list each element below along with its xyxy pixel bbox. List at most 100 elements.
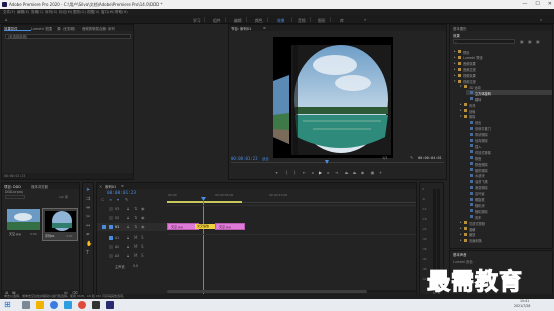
- workspace-color[interactable]: 颜色: [255, 18, 263, 24]
- track-select-tool-icon[interactable]: ⇉: [86, 196, 90, 202]
- workspace-editing[interactable]: 编辑: [234, 18, 242, 24]
- mute-icon[interactable]: M: [134, 244, 137, 249]
- solo-icon[interactable]: S: [141, 253, 144, 258]
- effects-folder[interactable]: ▸ 沉浸式视频: [460, 220, 552, 226]
- project-search-input[interactable]: [5, 195, 25, 199]
- effect-item[interactable]: 立方体旋转: [466, 90, 552, 96]
- effect-item[interactable]: 时钟式擦除: [466, 149, 552, 155]
- sequence-menu-icon[interactable]: ≡: [121, 184, 124, 188]
- selection-tool-icon[interactable]: ➤: [86, 187, 90, 193]
- effects-search-input[interactable]: ⌕: [453, 39, 515, 44]
- accelerated-effects-icon[interactable]: ▣: [520, 39, 524, 44]
- project-sequence-thumbnail[interactable]: 序列01 4:01: [42, 208, 78, 241]
- effects-folder[interactable]: ▸ 划像: [460, 108, 552, 114]
- tab-media-browser[interactable]: 媒体浏览器: [31, 184, 48, 189]
- clip-dropdown[interactable]: (未选择剪辑): [5, 34, 131, 39]
- effect-item[interactable]: 楔形擦除: [466, 167, 552, 173]
- workspace-graphics[interactable]: 图形: [318, 18, 326, 24]
- slip-tool-icon[interactable]: ↔: [86, 223, 90, 229]
- effect-item[interactable]: 棋盘擦除: [466, 161, 552, 167]
- timeline-scroll-thumb[interactable]: [167, 290, 367, 293]
- effect-item[interactable]: 渐变擦除: [466, 185, 552, 190]
- timeline-scrollbar[interactable]: [167, 290, 416, 293]
- program-timecode-current[interactable]: 00:00:01:23: [231, 156, 258, 161]
- eye-icon[interactable]: ◉: [141, 215, 145, 220]
- effects-folder[interactable]: ▸ 预设: [454, 49, 552, 55]
- track-target-active[interactable]: [109, 236, 113, 240]
- close-sequence-icon[interactable]: ×: [99, 184, 102, 189]
- effect-item[interactable]: 百叶窗: [466, 191, 552, 196]
- lock-icon[interactable]: 🔒︎: [127, 224, 129, 229]
- effect-item[interactable]: 随机擦除: [466, 208, 552, 214]
- go-to-in-icon[interactable]: ⇤: [302, 170, 307, 175]
- effects-folder[interactable]: ▸ 音频效果: [454, 61, 552, 67]
- type-tool-icon[interactable]: T: [86, 250, 89, 256]
- search-taskbar-icon[interactable]: [22, 301, 30, 309]
- effect-item[interactable]: 风车: [466, 214, 552, 220]
- go-to-out-icon[interactable]: ⇥: [334, 170, 339, 175]
- source-patch[interactable]: [109, 207, 113, 211]
- play-icon[interactable]: ▶: [318, 170, 323, 175]
- app-taskbar-icon[interactable]: [78, 301, 86, 309]
- premiere-taskbar-icon[interactable]: [106, 301, 114, 309]
- program-monitor-title[interactable]: 节目: 序列01: [231, 26, 251, 31]
- mute-icon[interactable]: M: [134, 235, 137, 240]
- effect-item[interactable]: 棋盘: [466, 155, 552, 161]
- extract-icon[interactable]: ⏏: [352, 170, 357, 175]
- transition-block[interactable]: 交叉缩放: [195, 224, 215, 229]
- minimize-button[interactable]: —: [522, 1, 527, 7]
- home-icon[interactable]: ⌂: [5, 17, 8, 22]
- yuv-effects-icon[interactable]: ▣: [536, 39, 540, 44]
- snap-icon[interactable]: ⊂: [101, 197, 104, 202]
- program-menu-icon[interactable]: ≡: [263, 26, 266, 30]
- project-clip-thumbnail[interactable]: 天空.jpg 5:00: [7, 209, 40, 239]
- button-editor-icon[interactable]: +: [378, 170, 383, 175]
- mute-icon[interactable]: M: [134, 253, 137, 258]
- work-area-bar[interactable]: [167, 201, 242, 203]
- search-icon[interactable]: ⌕: [540, 17, 542, 22]
- solo-icon[interactable]: S: [141, 235, 144, 240]
- timeline-timecode[interactable]: 00:00:01:23: [107, 191, 136, 196]
- effect-item[interactable]: 带状擦除: [466, 132, 552, 137]
- close-button[interactable]: ✕: [548, 1, 552, 7]
- step-forward-icon[interactable]: ▸: [326, 170, 331, 175]
- effects-folder[interactable]: ▸ 内滑: [460, 102, 552, 108]
- tab-project[interactable]: 项目: DDD: [4, 184, 21, 189]
- workspace-libraries[interactable]: 库: [340, 18, 344, 24]
- tab-source[interactable]: 源: (无剪辑): [57, 26, 75, 31]
- lift-icon[interactable]: ⏏: [344, 170, 349, 175]
- resolution-dropdown[interactable]: 1/2: [382, 156, 387, 160]
- eye-icon[interactable]: ◉: [141, 206, 145, 211]
- tab-essential-graphics[interactable]: 基本图形: [453, 26, 467, 31]
- timeline-settings-icon[interactable]: ✎: [125, 197, 128, 202]
- lock-icon[interactable]: 🔒︎: [127, 206, 129, 211]
- mark-out-icon[interactable]: }: [292, 170, 297, 175]
- tab-lumetri-scopes[interactable]: Lumetri 范围: [31, 26, 52, 31]
- source-patch[interactable]: [109, 216, 113, 220]
- effect-item[interactable]: 油漆飞溅: [466, 179, 552, 184]
- windows-start-icon[interactable]: ⊞: [4, 300, 11, 309]
- hand-tool-icon[interactable]: ✋: [86, 241, 92, 247]
- add-marker-timeline-icon[interactable]: ▾: [117, 197, 119, 202]
- effects-folder[interactable]: ▸ 缩放: [460, 232, 552, 238]
- master-value[interactable]: 0.0: [133, 264, 138, 268]
- eye-icon[interactable]: ◉: [141, 224, 145, 229]
- solo-icon[interactable]: S: [141, 244, 144, 249]
- export-frame-icon[interactable]: ◉: [360, 170, 365, 175]
- effects-folder[interactable]: ▾ 擦除: [460, 114, 552, 120]
- effect-item[interactable]: 随机块: [466, 202, 552, 208]
- effects-folder[interactable]: ▾ 3D 运动: [460, 84, 552, 90]
- workspace-learn[interactable]: 学习: [193, 18, 201, 24]
- workspace-assembly[interactable]: 组件: [213, 18, 221, 24]
- program-scrub-bar[interactable]: [231, 162, 444, 163]
- app-taskbar-icon[interactable]: [92, 301, 100, 309]
- pen-tool-icon[interactable]: ✒: [86, 232, 90, 238]
- effect-item[interactable]: 插入: [466, 143, 552, 149]
- lock-icon[interactable]: 🔒︎: [127, 253, 129, 258]
- file-explorer-icon[interactable]: [36, 301, 44, 309]
- effect-item[interactable]: 径向擦除: [466, 138, 552, 143]
- track-target[interactable]: [109, 245, 113, 249]
- effect-item[interactable]: 翻转: [466, 96, 552, 102]
- effects-folder[interactable]: ▸ 视频效果: [454, 73, 552, 79]
- track-target[interactable]: [109, 254, 113, 258]
